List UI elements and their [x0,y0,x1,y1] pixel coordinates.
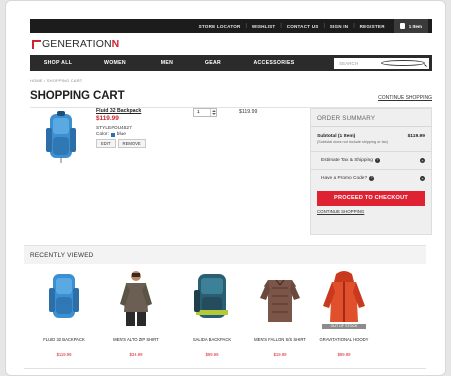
backpack-thumbnail[interactable] [34,268,94,328]
subtotal-label: Subtotal (1 Item) [317,134,356,139]
item-price: $34.99 [129,352,143,357]
sign-in-link[interactable]: SIGN IN [325,24,354,29]
utility-bar: STORE LOCATOR | WISHLIST | CONTACT US | … [30,19,432,33]
page-title: SHOPPING CART [30,90,125,102]
item-price: $119.99 [56,352,72,357]
order-summary-title: ORDER SUMMARY [311,109,431,127]
mini-cart-button[interactable]: 1 Item [393,19,428,33]
cart-item-actions: EDIT REMOVE [96,139,186,148]
color-swatch [110,132,115,137]
wishlist-link[interactable]: WISHLIST [247,24,281,29]
out-of-stock-badge: OUT OF STOCK [322,324,366,329]
shopping-bag-icon [399,23,405,29]
subtotal-note: (Subtotal does not include shipping or t… [317,140,388,144]
contact-us-link[interactable]: CONTACT US [282,24,324,29]
edit-button[interactable]: EDIT [96,139,116,148]
site-container: STORE LOCATOR | WISHLIST | CONTACT US | … [30,19,432,235]
cart-item-color: Color: blue [96,132,186,137]
nav-shop-all[interactable]: SHOP ALL [30,55,86,71]
cart-item-info: Fluid 32 Backpack $119.99 STYLE#OU4527 C… [96,108,186,148]
proceed-to-checkout-button[interactable]: PROCEED TO CHECKOUT [317,191,425,206]
hoody-thumbnail[interactable] [314,268,374,328]
cart-count: 1 Item [408,23,422,29]
nav-accessories[interactable]: ACCESSORIES [236,55,312,71]
page-card: STORE LOCATOR | WISHLIST | CONTACT US | … [5,0,446,376]
line-total: $119.99 [239,109,258,115]
promo-code-label: Have a Promo Code? [321,176,368,181]
item-price: $19.99 [273,352,287,357]
main-nav: SHOP ALL WOMEN MEN GEAR ACCESSORIES SEAR… [30,55,432,71]
estimate-tax-label: Estimate Tax & Shipping [321,158,373,163]
search-placeholder: SEARCH [339,60,359,66]
logo-text: GENERATIONN [42,38,120,50]
subtotal-row: Subtotal (1 Item) $119.99 [311,127,431,139]
recently-viewed-item[interactable]: FLUID 32 BACKPACK $119.99 [34,268,94,357]
item-name[interactable]: FLUID 32 BACKPACK [34,337,94,342]
help-icon[interactable]: ? [369,176,375,181]
shirt-thumbnail[interactable] [250,268,310,328]
shirt-thumbnail[interactable] [106,268,166,328]
stepper-arrows-icon[interactable] [210,109,216,116]
logo-mark-icon [32,39,41,49]
item-name[interactable]: MEN'S ALTO ZIP SHIRT [106,337,166,342]
continue-shopping-link[interactable]: CONTINUE SHOPPING [378,95,432,101]
search-input[interactable]: SEARCH [334,57,429,69]
quantity-value: 1 [197,110,200,115]
expand-plus-icon[interactable]: + [420,176,425,181]
recently-viewed-list: FLUID 32 BACKPACK $119.99 MEN'S ALTO ZIP… [24,264,426,370]
cart-item-style: STYLE#OU4527 [96,126,132,131]
nav-women[interactable]: WOMEN [86,55,144,71]
cart-item-price: $119.99 [96,115,119,122]
item-name[interactable]: MEN'S FALLON S/S SHIRT [250,337,310,342]
title-row: SHOPPING CART CONTINUE SHOPPING [30,90,432,102]
subtotal-value: $119.99 [407,134,425,139]
backpack-thumbnail[interactable] [182,268,242,328]
summary-continue-shopping-link[interactable]: CONTINUE SHOPPING [317,209,431,214]
breadcrumb[interactable]: HOME / SHOPPING CART [30,78,432,83]
nav-men[interactable]: MEN [144,55,190,71]
quantity-stepper[interactable]: 1 [193,108,217,117]
recently-viewed-item[interactable]: MEN'S ALTO ZIP SHIRT $34.99 [106,268,166,357]
color-value: blue [116,132,126,137]
expand-plus-icon[interactable]: + [420,158,425,163]
recently-viewed-item[interactable]: OUT OF STOCK GRAVITATIONAL HOODY $89.99 [314,268,374,357]
search-icon[interactable] [381,60,425,66]
color-label: Color: [96,132,109,137]
order-summary: ORDER SUMMARY Subtotal (1 Item) $119.99 … [310,108,432,235]
recently-viewed-item[interactable]: MEN'S FALLON S/S SHIRT $19.99 [250,268,310,357]
estimate-tax-toggle[interactable]: Estimate Tax & Shipping ? + [311,151,431,169]
cart-area: Fluid 32 Backpack $119.99 STYLE#OU4527 C… [30,107,432,235]
recently-viewed-title: RECENTLY VIEWED [24,246,426,264]
store-locator-link[interactable]: STORE LOCATOR [194,24,246,29]
item-price: $89.99 [337,352,351,357]
help-icon[interactable]: ? [374,158,380,163]
promo-code-toggle[interactable]: Have a Promo Code? ? + [311,169,431,187]
item-price: $99.99 [205,352,219,357]
nav-gear[interactable]: GEAR [190,55,236,71]
item-name[interactable]: SALIDA BACKPACK [182,337,242,342]
backpack-image[interactable] [42,110,80,164]
cart-item-name[interactable]: Fluid 32 Backpack [96,108,186,114]
recently-viewed: RECENTLY VIEWED FLUID 32 BACKPACK $119.9… [24,245,426,369]
remove-button[interactable]: REMOVE [117,139,146,148]
register-link[interactable]: REGISTER [355,24,390,29]
item-name[interactable]: GRAVITATIONAL HOODY [314,337,374,342]
recently-viewed-item[interactable]: SALIDA BACKPACK $99.99 [182,268,242,357]
site-logo[interactable]: GENERATIONN [30,33,432,55]
